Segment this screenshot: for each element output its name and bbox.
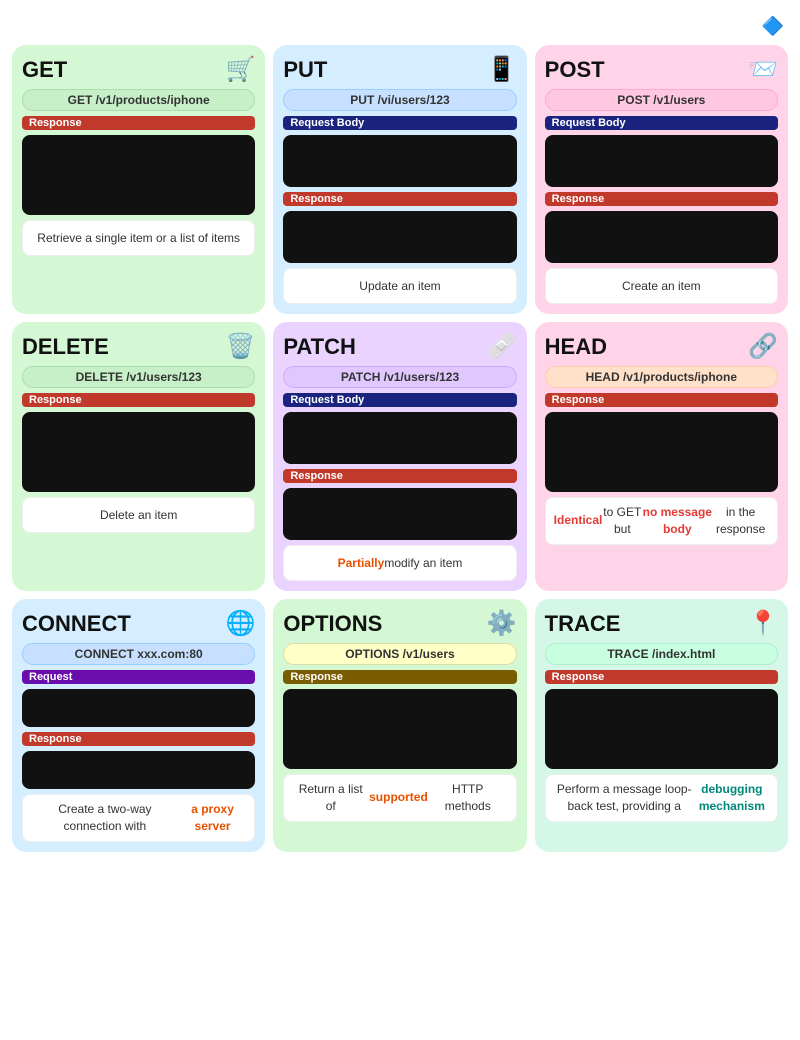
card-post-url: POST /v1/users — [545, 89, 778, 111]
card-post: POST 📨 POST /v1/users Request Body Response C… — [535, 45, 788, 314]
card-get-url: GET /v1/products/iphone — [22, 89, 255, 111]
card-patch-url: PATCH /v1/users/123 — [283, 366, 516, 388]
card-head: HEAD 🔗 HEAD /v1/products/iphone Response Ide… — [535, 322, 788, 591]
cards-grid: GET 🛒 GET /v1/products/iphone Response Retri… — [12, 45, 788, 852]
black-box — [22, 751, 255, 789]
card-connect-url: CONNECT xxx.com:80 — [22, 643, 255, 665]
black-box — [283, 135, 516, 187]
black-box — [545, 135, 778, 187]
card-get-section-response: Response — [22, 116, 255, 215]
card-put-section-response: Response — [283, 192, 516, 263]
card-trace-section-response: Response — [545, 670, 778, 769]
black-box — [22, 135, 255, 215]
card-post-title: POST — [545, 57, 605, 83]
card-put-url: PUT /vi/users/123 — [283, 89, 516, 111]
request-badge: Request — [22, 670, 255, 684]
card-description: Partially modify an item — [283, 545, 516, 581]
card-patch-section-request_body: Request Body — [283, 393, 516, 464]
black-box — [545, 211, 778, 263]
request-body-badge: Request Body — [283, 393, 516, 407]
card-connect-header: CONNECT 🌐 — [22, 609, 255, 638]
card-connect-section-response: Response — [22, 732, 255, 789]
card-post-section-request_body: Request Body — [545, 116, 778, 187]
black-box — [545, 689, 778, 769]
card-options-url: OPTIONS /v1/users — [283, 643, 516, 665]
brand-icon: 🔷 — [762, 16, 784, 37]
card-trace-title: TRACE — [545, 611, 621, 637]
response-badge: Response — [22, 116, 255, 130]
card-get-icon: 🛒 — [225, 55, 255, 84]
card-head-icon: 🔗 — [748, 332, 778, 361]
card-trace-url: TRACE /index.html — [545, 643, 778, 665]
card-put-header: PUT 📱 — [283, 55, 516, 84]
card-description: Identical to GET but no message body in … — [545, 497, 778, 545]
response-badge: Response — [283, 670, 516, 684]
black-box — [283, 488, 516, 540]
response-badge: Response — [22, 732, 255, 746]
card-head-header: HEAD 🔗 — [545, 332, 778, 361]
response-badge: Response — [283, 469, 516, 483]
card-head-url: HEAD /v1/products/iphone — [545, 366, 778, 388]
card-description: Return a list of supported HTTP methods — [283, 774, 516, 822]
card-patch-header: PATCH 🩹 — [283, 332, 516, 361]
card-patch: PATCH 🩹 PATCH /v1/users/123 Request Body Res… — [273, 322, 526, 591]
card-put-section-request_body: Request Body — [283, 116, 516, 187]
card-description: Retrieve a single item or a list of item… — [22, 220, 255, 256]
card-delete-url: DELETE /v1/users/123 — [22, 366, 255, 388]
card-delete-section-response: Response — [22, 393, 255, 492]
card-connect-title: CONNECT — [22, 611, 131, 637]
response-badge: Response — [545, 670, 778, 684]
black-box — [545, 412, 778, 492]
card-delete-title: DELETE — [22, 334, 109, 360]
card-post-header: POST 📨 — [545, 55, 778, 84]
card-trace-header: TRACE 📍 — [545, 609, 778, 638]
card-put-icon: 📱 — [487, 55, 517, 84]
card-delete-header: DELETE 🗑️ — [22, 332, 255, 361]
card-delete: DELETE 🗑️ DELETE /v1/users/123 Response Dele… — [12, 322, 265, 591]
request-body-badge: Request Body — [545, 116, 778, 130]
black-box — [22, 412, 255, 492]
response-badge: Response — [545, 393, 778, 407]
card-options: OPTIONS ⚙️ OPTIONS /v1/users Response Return… — [273, 599, 526, 852]
black-box — [283, 211, 516, 263]
card-options-icon: ⚙️ — [487, 609, 517, 638]
card-options-title: OPTIONS — [283, 611, 382, 637]
card-description: Perform a message loop-back test, provid… — [545, 774, 778, 822]
page: 🔷 GET 🛒 GET /v1/products/iphone Response Ret… — [0, 0, 800, 862]
card-description: Create a two-way connection with a proxy… — [22, 794, 255, 842]
card-put-title: PUT — [283, 57, 327, 83]
card-description: Delete an item — [22, 497, 255, 533]
response-badge: Response — [545, 192, 778, 206]
card-delete-icon: 🗑️ — [225, 332, 255, 361]
header: 🔷 — [12, 10, 788, 37]
black-box — [283, 689, 516, 769]
card-post-section-response: Response — [545, 192, 778, 263]
card-trace: TRACE 📍 TRACE /index.html Response Perform a… — [535, 599, 788, 852]
card-connect: CONNECT 🌐 CONNECT xxx.com:80 Request Respons… — [12, 599, 265, 852]
card-put: PUT 📱 PUT /vi/users/123 Request Body Respons… — [273, 45, 526, 314]
card-head-section-response: Response — [545, 393, 778, 492]
card-head-title: HEAD — [545, 334, 607, 360]
card-options-header: OPTIONS ⚙️ — [283, 609, 516, 638]
card-options-section-response_options: Response — [283, 670, 516, 769]
request-body-badge: Request Body — [283, 116, 516, 130]
card-get: GET 🛒 GET /v1/products/iphone Response Retri… — [12, 45, 265, 314]
card-trace-icon: 📍 — [748, 609, 778, 638]
card-get-title: GET — [22, 57, 67, 83]
card-post-icon: 📨 — [748, 55, 778, 84]
card-description: Update an item — [283, 268, 516, 304]
response-badge: Response — [22, 393, 255, 407]
card-connect-section-request: Request — [22, 670, 255, 727]
black-box — [283, 412, 516, 464]
card-connect-icon: 🌐 — [225, 609, 255, 638]
black-box — [22, 689, 255, 727]
card-get-header: GET 🛒 — [22, 55, 255, 84]
card-patch-section-response: Response — [283, 469, 516, 540]
response-badge: Response — [283, 192, 516, 206]
card-patch-title: PATCH — [283, 334, 356, 360]
brand: 🔷 — [762, 16, 788, 37]
card-patch-icon: 🩹 — [487, 332, 517, 361]
card-description: Create an item — [545, 268, 778, 304]
